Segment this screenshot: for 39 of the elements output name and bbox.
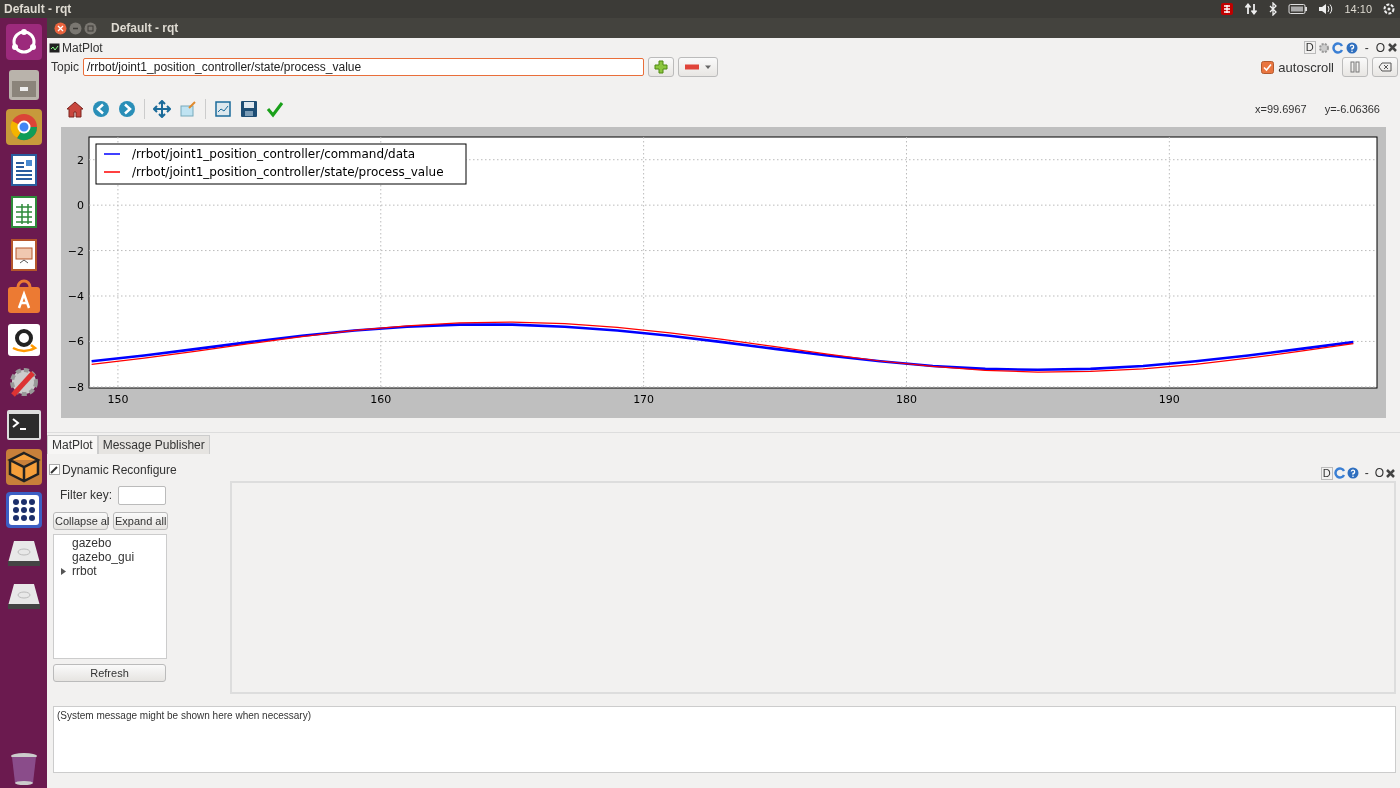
dock-button[interactable]: D xyxy=(1320,466,1333,480)
tab[interactable]: Message Publisher xyxy=(97,435,210,454)
y-tick-label: 2 xyxy=(77,153,84,167)
x-tick-label: 170 xyxy=(633,393,655,406)
y-tick-label: −2 xyxy=(67,244,84,258)
tree-item[interactable]: gazebo xyxy=(72,536,112,550)
dock-control[interactable]: O xyxy=(1375,40,1385,55)
plugin-title: Dynamic Reconfigure xyxy=(62,462,177,477)
cursor-coordinate: x=99.6967 xyxy=(1254,102,1307,115)
autoscroll-label: autoscroll xyxy=(1278,59,1334,75)
legend-label: /rrbot/joint1_position_controller/state/process_value xyxy=(132,165,444,179)
dock-button[interactable]: D xyxy=(1303,41,1316,54)
x-tick-label: 160 xyxy=(370,393,392,406)
plugin-title: MatPlot xyxy=(62,40,103,55)
clock[interactable]: 14:10 xyxy=(1344,3,1372,15)
y-tick-label: −8 xyxy=(67,380,84,394)
y-tick-label: −6 xyxy=(67,335,84,349)
window-title: Default - rqt xyxy=(111,21,179,35)
y-tick-label: −4 xyxy=(67,290,84,303)
x-tick-label: 150 xyxy=(107,393,129,406)
x-tick-label: 190 xyxy=(1158,393,1180,406)
dock-control[interactable]: - xyxy=(1364,40,1369,55)
cursor-coordinate: y=-6.06366 xyxy=(1324,102,1380,115)
top-panel-title: Default - rqt xyxy=(4,2,72,16)
expand-all-button[interactable]: Expand all xyxy=(113,512,169,530)
tree-item[interactable]: gazebo_gui xyxy=(72,550,135,564)
dock-control[interactable]: O xyxy=(1374,466,1384,480)
filter-key-label: Filter key: xyxy=(60,488,112,502)
topic-field[interactable]: /rrbot/joint1_position_controller/state/process_value xyxy=(83,58,644,76)
tab[interactable]: MatPlot xyxy=(47,435,98,454)
tree-item[interactable]: rrbot xyxy=(72,564,97,578)
y-tick-label: 0 xyxy=(77,199,84,213)
x-tick-label: 180 xyxy=(896,393,917,406)
refresh-button[interactable]: Refresh xyxy=(53,664,166,682)
dock-control[interactable]: - xyxy=(1364,466,1369,480)
system-message: (System message might be shown here when necessary) xyxy=(57,710,311,721)
legend-label: /rrbot/joint1_position_controller/command/data xyxy=(132,147,416,161)
topic-label: Topic xyxy=(51,60,79,74)
collapse-all-button[interactable]: Collapse al xyxy=(53,512,108,530)
